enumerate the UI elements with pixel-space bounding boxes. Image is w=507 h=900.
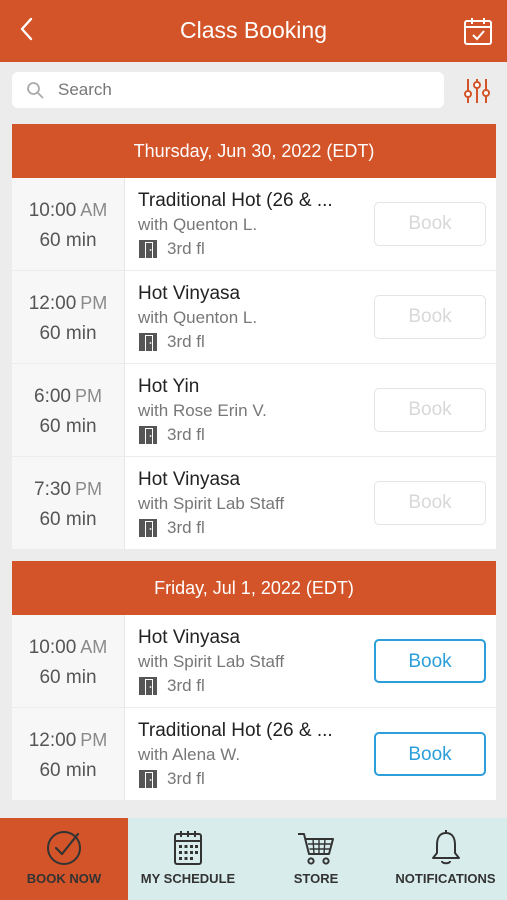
class-name: Hot Vinyasa [138,627,241,648]
room: 3rd fl [138,675,205,697]
check-circle-icon [47,831,81,865]
bottom-nav: BOOK NOW MY SCHEDULE STORE NOTIFICATIONS [0,818,507,900]
day-header: Thursday, Jun 30, 2022 (EDT) [12,124,496,178]
door-icon [139,426,157,444]
room: 3rd fl [138,238,205,260]
time-column: 10:00 AM 60 min [12,178,125,270]
book-button[interactable]: Book [374,202,486,246]
class-row: 7:30 PM 60 min Hot Vinyasa with Spirit La… [12,457,496,549]
book-button[interactable]: Book [374,295,486,339]
duration: 60 min [39,230,97,251]
start-time: 12:00 PM [28,730,108,751]
nav-label: BOOK NOW [26,871,102,886]
day-header: Friday, Jul 1, 2022 (EDT) [12,561,496,615]
duration: 60 min [39,509,97,530]
start-time: 6:00 PM [34,386,102,407]
search-input[interactable] [58,72,428,108]
nav-notifications[interactable]: NOTIFICATIONS [384,818,507,900]
time-column: 6:00 PM 60 min [12,364,125,456]
instructor: with Rose Erin V. [138,401,267,420]
start-time: 10:00 AM [28,200,108,221]
class-row: 10:00 AM 60 min Hot Vinyasa with Spirit L… [12,615,496,708]
class-row: 12:00 PM 60 min Traditional Hot (26 & ...… [12,708,496,800]
book-button[interactable]: Book [374,732,486,776]
class-row: 12:00 PM 60 min Hot Vinyasa with Quenton … [12,271,496,364]
calendar-check-icon [464,18,492,45]
duration: 60 min [39,760,97,781]
sliders-icon [464,79,490,103]
class-name: Traditional Hot (26 & ... [138,720,333,741]
room: 3rd fl [138,768,205,790]
room: 3rd fl [138,424,205,446]
nav-book-now[interactable]: BOOK NOW [0,818,128,900]
book-button[interactable]: Book [374,639,486,683]
nav-label: STORE [293,871,339,886]
nav-label: NOTIFICATIONS [395,871,496,886]
instructor: with Spirit Lab Staff [138,494,285,513]
book-button[interactable]: Book [374,388,486,432]
room: 3rd fl [138,331,205,353]
start-time: 7:30 PM [34,479,102,500]
time-column: 10:00 AM 60 min [12,615,125,707]
filter-button[interactable] [462,76,492,106]
duration: 60 min [39,323,97,344]
bell-icon [431,830,460,865]
start-time: 10:00 AM [28,637,108,658]
calendar-button[interactable] [463,16,493,46]
calendar-grid-icon [174,831,202,865]
door-icon [139,240,157,258]
time-column: 7:30 PM 60 min [12,457,125,549]
start-time: 12:00 PM [28,293,108,314]
door-icon [139,519,157,537]
page-title: Class Booking [179,17,328,43]
class-name: Hot Vinyasa [138,283,241,304]
nav-my-schedule[interactable]: MY SCHEDULE [128,818,248,900]
instructor: with Alena W. [138,745,241,764]
time-column: 12:00 PM 60 min [12,271,125,363]
class-name: Traditional Hot (26 & ... [138,190,333,211]
app-header: Class Booking [0,0,507,62]
room: 3rd fl [138,517,205,539]
cart-icon [298,833,334,865]
door-icon [139,677,157,695]
class-row: 10:00 AM 60 min Traditional Hot (26 & ...… [12,178,496,271]
duration: 60 min [39,667,97,688]
instructor: with Quenton L. [138,215,258,234]
duration: 60 min [39,416,97,437]
search-icon [27,82,44,99]
instructor: with Quenton L. [138,308,258,327]
class-name: Hot Vinyasa [138,469,241,490]
nav-label: MY SCHEDULE [140,871,236,886]
instructor: with Spirit Lab Staff [138,652,285,671]
door-icon [139,333,157,351]
door-icon [139,770,157,788]
search-bar [12,72,444,108]
nav-store[interactable]: STORE [248,818,384,900]
time-column: 12:00 PM 60 min [12,708,125,800]
class-row: 6:00 PM 60 min Hot Yin with Rose Erin V. … [12,364,496,457]
book-button[interactable]: Book [374,481,486,525]
class-name: Hot Yin [138,376,200,397]
